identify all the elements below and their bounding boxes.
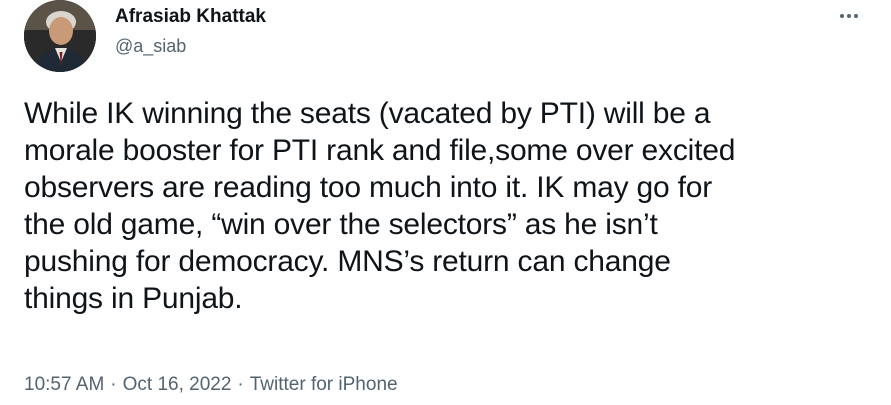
dot <box>840 14 844 18</box>
dot <box>847 14 851 18</box>
more-options-icon[interactable] <box>835 5 863 27</box>
tweet-text: While IK winning the seats (vacated by P… <box>24 97 736 315</box>
separator: · <box>237 374 244 395</box>
profile-photo-icon <box>24 0 96 72</box>
author-handle[interactable]: @a_siab <box>115 36 186 57</box>
tweet-meta: 10:57 AM · Oct 16, 2022 · Twitter for iPhone <box>24 374 398 396</box>
author-name[interactable]: Afrasiab Khattak <box>115 6 266 28</box>
avatar[interactable] <box>24 0 96 72</box>
tweet-source[interactable]: Twitter for iPhone <box>250 374 398 395</box>
dot <box>854 14 858 18</box>
separator: · <box>110 374 117 395</box>
tweet-date[interactable]: Oct 16, 2022 <box>123 374 232 395</box>
tweet-card: Afrasiab Khattak @a_siab While IK winnin… <box>0 0 891 405</box>
tweet-time[interactable]: 10:57 AM <box>24 374 104 395</box>
